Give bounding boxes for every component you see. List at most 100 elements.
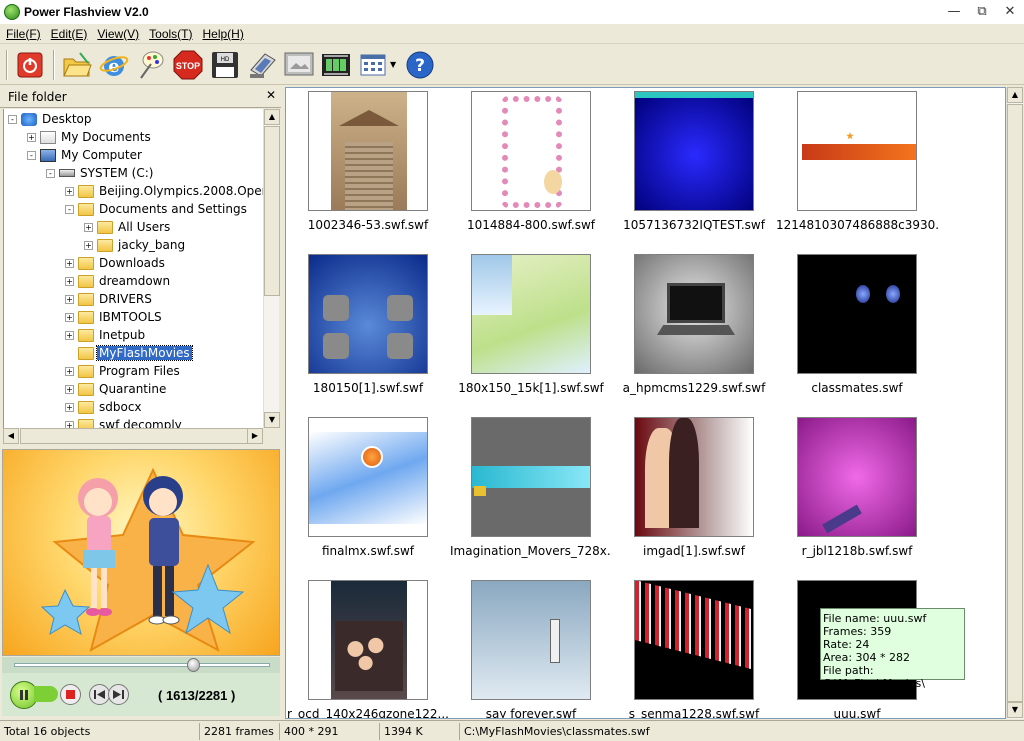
thumbnail-image[interactable] — [308, 417, 428, 537]
tree-item[interactable]: + sdbocx — [65, 398, 144, 416]
tree-item[interactable]: MyFlashMovies — [65, 344, 193, 362]
save-button[interactable]: HD — [209, 49, 241, 81]
tree-vertical-scrollbar[interactable]: ▲ ▼ — [263, 109, 280, 428]
tree-expander[interactable]: + — [65, 384, 74, 394]
thumbnail-image[interactable] — [308, 580, 428, 700]
scroll-right-button[interactable]: ▶ — [247, 428, 263, 444]
thumbnail-scrollbar[interactable]: ▲ ▼ — [1006, 87, 1023, 719]
browser-button[interactable]: e — [98, 49, 130, 81]
close-window-button[interactable]: ✕ — [996, 0, 1024, 24]
scroll-left-button[interactable]: ◀ — [3, 428, 19, 444]
thumbnail-image[interactable] — [797, 417, 917, 537]
next-button[interactable] — [108, 684, 129, 705]
scroll-down-button[interactable]: ▼ — [264, 412, 280, 428]
file-thumbnail[interactable]: 1057136732IQTEST.swf — [613, 91, 765, 241]
thumbnail-image[interactable] — [797, 254, 917, 374]
help-button[interactable]: ? — [404, 49, 436, 81]
tree-item[interactable]: + jacky_bang — [84, 236, 187, 254]
tree-item[interactable]: + Beijing.Olympics.2008.Openi — [65, 182, 263, 200]
tree-expander[interactable]: + — [65, 366, 74, 376]
file-thumbnail[interactable]: s_senma1228.swf.swf — [613, 580, 759, 718]
file-thumbnail[interactable]: imgad[1].swf.swf — [613, 417, 754, 567]
thumbnail-image[interactable] — [634, 417, 754, 537]
thumbnail-image[interactable] — [471, 417, 591, 537]
film-button[interactable] — [320, 49, 352, 81]
tree-expander[interactable]: + — [65, 186, 74, 196]
thumbnail-image[interactable] — [797, 91, 917, 211]
file-thumbnail[interactable]: 180x150_15k[1].swf.swf — [450, 254, 604, 404]
stop-button[interactable]: STOP — [172, 49, 204, 81]
file-thumbnail[interactable]: r_jbl1218b.swf.swf — [776, 417, 917, 567]
tree-expander[interactable]: - — [46, 168, 55, 178]
thumbnail-image[interactable] — [308, 254, 428, 374]
menu-file[interactable]: File(F) — [2, 27, 45, 41]
previous-button[interactable] — [89, 684, 110, 705]
close-panel-icon[interactable]: ✕ — [266, 88, 276, 102]
stop-playback-button[interactable] — [60, 684, 81, 705]
tree-item[interactable]: + My Documents — [27, 128, 153, 146]
tree-expander[interactable]: + — [65, 258, 74, 268]
file-thumbnail[interactable]: 180150[1].swf.swf — [287, 254, 428, 404]
tree-expander[interactable]: + — [84, 222, 93, 232]
tree-expander[interactable]: + — [65, 276, 74, 286]
tree-item[interactable]: - Desktop — [8, 110, 94, 128]
tree-expander[interactable]: + — [84, 240, 93, 250]
seek-bar[interactable] — [2, 657, 280, 673]
file-thumbnail[interactable]: say forever.swf — [450, 580, 591, 718]
export-button[interactable] — [246, 49, 278, 81]
tree-expander[interactable]: + — [65, 330, 74, 340]
thumbnail-image[interactable] — [471, 580, 591, 700]
flash-preview[interactable] — [2, 449, 280, 656]
thumbnail-image[interactable] — [634, 254, 754, 374]
thumbnail-image[interactable] — [634, 91, 754, 211]
file-thumbnail[interactable]: r_ocd_140x246qzone122... — [287, 580, 449, 718]
menu-tools[interactable]: Tools(T) — [145, 27, 196, 41]
tree-item[interactable]: + All Users — [84, 218, 172, 236]
thumbnail-image[interactable] — [634, 580, 754, 700]
thumbnail-image[interactable] — [471, 91, 591, 211]
menu-view[interactable]: View(V) — [93, 27, 143, 41]
thumbnail-image[interactable] — [308, 91, 428, 211]
tree-item[interactable]: + IBMTOOLS — [65, 308, 164, 326]
scroll-down-button[interactable]: ▼ — [1007, 702, 1023, 718]
power-button[interactable] — [14, 49, 46, 81]
tree-expander[interactable]: + — [65, 294, 74, 304]
tree-item[interactable]: + Downloads — [65, 254, 167, 272]
tree-horizontal-scrollbar[interactable]: ◀ ▶ — [3, 428, 263, 444]
scroll-up-button[interactable]: ▲ — [1007, 87, 1023, 103]
tree-expander[interactable]: + — [27, 132, 36, 142]
tree-expander[interactable]: - — [27, 150, 36, 160]
seek-track[interactable] — [14, 663, 270, 667]
menu-help[interactable]: Help(H) — [199, 27, 248, 41]
tree-item[interactable]: + DRIVERS — [65, 290, 154, 308]
scroll-thumb[interactable] — [264, 126, 280, 296]
tree-item[interactable]: + Quarantine — [65, 380, 168, 398]
open-folder-button[interactable] — [61, 49, 93, 81]
screen-button[interactable] — [283, 49, 315, 81]
seek-knob[interactable] — [186, 658, 200, 672]
tree-item[interactable]: + Program Files — [65, 362, 182, 380]
file-thumbnail[interactable]: a_hpmcms1229.swf.swf — [613, 254, 765, 404]
scroll-thumb[interactable] — [1007, 104, 1023, 702]
file-thumbnail[interactable]: 1014884-800.swf.swf — [450, 91, 595, 241]
menu-edit[interactable]: Edit(E) — [47, 27, 92, 41]
scroll-up-button[interactable]: ▲ — [264, 109, 280, 125]
tree-item[interactable]: + dreamdown — [65, 272, 172, 290]
tree-expander[interactable]: + — [65, 402, 74, 412]
tree-item[interactable]: - Documents and Settings — [65, 200, 249, 218]
restore-button[interactable]: ⧉ — [968, 0, 996, 24]
tree-expander[interactable]: + — [65, 420, 74, 428]
view-mode-dropdown[interactable]: ▼ — [390, 60, 398, 69]
tree-item[interactable]: + Inetpub — [65, 326, 147, 344]
paint-button[interactable] — [135, 49, 167, 81]
file-thumbnail[interactable]: classmates.swf — [776, 254, 917, 404]
tree-expander[interactable]: + — [65, 312, 74, 322]
tree-item[interactable]: + swf decomply — [65, 416, 184, 428]
file-thumbnail[interactable]: 1214810307486888c3930... — [776, 91, 938, 241]
file-thumbnail[interactable]: 1002346-53.swf.swf — [287, 91, 428, 241]
tree-item[interactable]: - SYSTEM (C:) — [46, 164, 155, 182]
file-thumbnail[interactable]: finalmx.swf.swf — [287, 417, 428, 567]
scroll-thumb[interactable] — [20, 428, 255, 444]
tree-expander[interactable]: - — [8, 114, 17, 124]
minimize-button[interactable]: — — [940, 0, 968, 24]
